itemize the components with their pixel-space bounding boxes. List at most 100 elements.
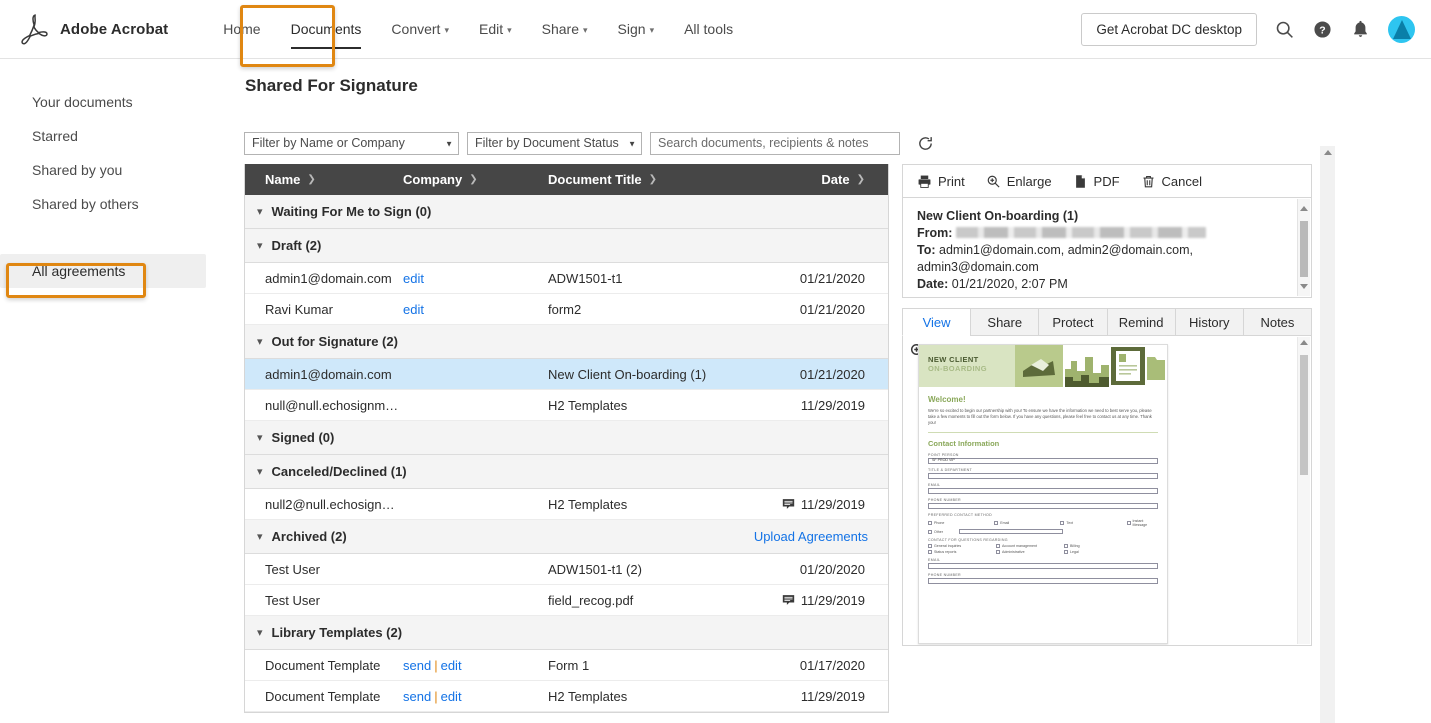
row-action-edit[interactable]: edit [403, 271, 424, 286]
checkbox-other[interactable]: Other [928, 529, 943, 534]
scroll-down-arrow-icon[interactable] [1298, 280, 1310, 293]
filter-by-document-status-select[interactable]: Filter by Document Status ▼ [467, 132, 642, 155]
sidebar-item-shared-by-you[interactable]: Shared by you [0, 153, 244, 187]
checkbox-billing[interactable]: Billing [1064, 544, 1080, 548]
chevron-down-icon: ▾ [257, 336, 263, 348]
metadata-scrollbar[interactable] [1297, 199, 1310, 296]
tab-label: Notes [1260, 314, 1295, 330]
table-group-header[interactable]: ▾ Library Templates (2) [245, 616, 888, 650]
main-content: Shared For Signature Filter by Name or C… [244, 59, 1431, 723]
row-action-edit[interactable]: edit [441, 658, 462, 673]
phone-number-field[interactable] [928, 503, 1158, 509]
checkbox-administrative[interactable]: Administrative [996, 550, 1054, 554]
sidebar-item-starred[interactable]: Starred [0, 119, 244, 153]
table-row[interactable]: Ravi Kumar edit form2 01/21/2020 [245, 294, 888, 325]
scrollbar-thumb[interactable] [1300, 221, 1308, 277]
table-row[interactable]: Document Template send | edit H2 Templates 11… [245, 681, 888, 712]
tab-label: History [1189, 314, 1230, 330]
pdf-button[interactable]: PDF [1073, 174, 1120, 189]
nav-item-sign[interactable]: Sign ▾ [603, 0, 670, 59]
column-header-company[interactable]: Company ❯ [403, 172, 548, 187]
table-row[interactable]: null@null.echosignmail.c... H2 Templates 1… [245, 390, 888, 421]
point-person-field[interactable] [928, 458, 1158, 464]
scroll-up-arrow-icon[interactable] [1298, 202, 1310, 215]
title-department-field[interactable] [928, 473, 1158, 479]
column-label: Name [265, 172, 301, 187]
other-contact-method-input[interactable] [959, 529, 1063, 534]
table-group-header[interactable]: ▾ Archived (2) Upload Agreements [245, 520, 888, 554]
sidebar-item-shared-by-others[interactable]: Shared by others [0, 187, 244, 221]
help-icon[interactable]: ? [1312, 19, 1333, 40]
nav-item-edit[interactable]: Edit ▾ [464, 0, 527, 59]
nav-item-all-tools[interactable]: All tools [669, 0, 748, 59]
checkbox-text[interactable]: Text [1060, 519, 1116, 527]
table-row[interactable]: Test User ADW1501-t1 (2) 01/20/2020 [245, 554, 888, 585]
preview-scrollbar[interactable] [1297, 337, 1310, 644]
agreement-title: New Client On-boarding (1) [917, 209, 1079, 223]
row-document-title: form2 [548, 301, 582, 317]
nav-item-home[interactable]: Home [208, 0, 275, 59]
page-title: Shared For Signature [245, 76, 418, 95]
table-group-header[interactable]: ▾ Signed (0) [245, 421, 888, 455]
refresh-icon[interactable] [917, 135, 934, 152]
tail-email-field[interactable] [928, 563, 1158, 569]
table-row[interactable]: admin1@domain.com New Client On-boarding … [245, 359, 888, 390]
detail-tabs: View Share Protect Remind History Notes [902, 308, 1313, 336]
tab-remind[interactable]: Remind [1106, 308, 1176, 336]
checkbox-legal[interactable]: Legal [1064, 550, 1079, 554]
search-input[interactable]: Search documents, recipients & notes [650, 132, 900, 155]
tab-view[interactable]: View [902, 308, 972, 336]
table-group-header[interactable]: ▾ Draft (2) [245, 229, 888, 263]
table-row[interactable]: admin1@domain.com edit ADW1501-t1 01/21/202… [245, 263, 888, 294]
sidebar-item-all-agreements[interactable]: All agreements [0, 254, 206, 288]
scrollbar-thumb[interactable] [1300, 355, 1308, 475]
row-action-edit[interactable]: edit [441, 689, 462, 704]
column-header-document-title[interactable]: Document Title ❯ [548, 172, 758, 187]
table-row[interactable]: Test User field_recog.pdf 11/29/2019 [245, 585, 888, 616]
top-bar-actions: Get Acrobat DC desktop ? [1081, 12, 1415, 46]
page-scrollbar[interactable] [1320, 146, 1335, 723]
checkbox-label: Email [1000, 521, 1010, 525]
row-action-edit[interactable]: edit [403, 302, 424, 317]
avatar[interactable] [1388, 15, 1415, 43]
table-row[interactable]: null2@null.echosignmail... H2 Templates 11… [245, 489, 888, 520]
contact-method-row-1: Phone Email Text Instant Message [928, 519, 1158, 527]
nav-item-convert[interactable]: Convert ▾ [376, 0, 464, 59]
tab-notes[interactable]: Notes [1242, 308, 1313, 336]
table-group-header[interactable]: ▾ Out for Signature (2) [245, 325, 888, 359]
column-header-name[interactable]: Name ❯ [245, 172, 403, 187]
document-thumbnail[interactable]: NEW CLIENT ON-BOARDING Welcome! We're so… [918, 344, 1168, 644]
tail-phone-field[interactable] [928, 578, 1158, 584]
checkbox-phone[interactable]: Phone [928, 519, 984, 527]
notification-bell-icon[interactable] [1350, 19, 1371, 40]
table-group-header[interactable]: ▾ Canceled/Declined (1) [245, 455, 888, 489]
checkbox-email[interactable]: Email [994, 519, 1050, 527]
row-name: Document Template [265, 657, 381, 673]
checkbox-account-management[interactable]: Account management [996, 544, 1054, 548]
checkbox-label: Status reports [934, 550, 957, 554]
table-row[interactable]: Document Template send | edit Form 1 01/17/20… [245, 650, 888, 681]
tab-protect[interactable]: Protect [1038, 308, 1108, 336]
checkbox-general-inquiries[interactable]: General inquiries [928, 544, 986, 548]
cancel-button[interactable]: Cancel [1141, 174, 1202, 189]
scroll-up-arrow-icon[interactable] [1320, 150, 1335, 155]
print-button[interactable]: Print [917, 174, 965, 189]
email-field[interactable] [928, 488, 1158, 494]
tab-share[interactable]: Share [970, 308, 1040, 336]
row-action-send[interactable]: send [403, 658, 431, 673]
tab-history[interactable]: History [1174, 308, 1244, 336]
table-group-header[interactable]: ▾ Waiting For Me to Sign (0) [245, 195, 888, 229]
checkbox-instant-message[interactable]: Instant Message [1126, 519, 1158, 527]
nav-item-share[interactable]: Share ▾ [527, 0, 603, 59]
enlarge-button[interactable]: Enlarge [986, 174, 1052, 189]
search-icon[interactable] [1274, 19, 1295, 40]
filter-by-name-or-company-select[interactable]: Filter by Name or Company ▼ [244, 132, 459, 155]
sidebar-item-your-documents[interactable]: Your documents [0, 85, 244, 119]
scroll-up-arrow-icon[interactable] [1298, 340, 1310, 345]
row-action-send[interactable]: send [403, 689, 431, 704]
checkbox-status-reports[interactable]: Status reports [928, 550, 986, 554]
nav-item-documents[interactable]: Documents [276, 0, 377, 59]
upload-agreements-link[interactable]: Upload Agreements [754, 529, 868, 544]
column-header-date[interactable]: Date ❯ [758, 172, 888, 187]
get-acrobat-desktop-button[interactable]: Get Acrobat DC desktop [1081, 12, 1257, 46]
